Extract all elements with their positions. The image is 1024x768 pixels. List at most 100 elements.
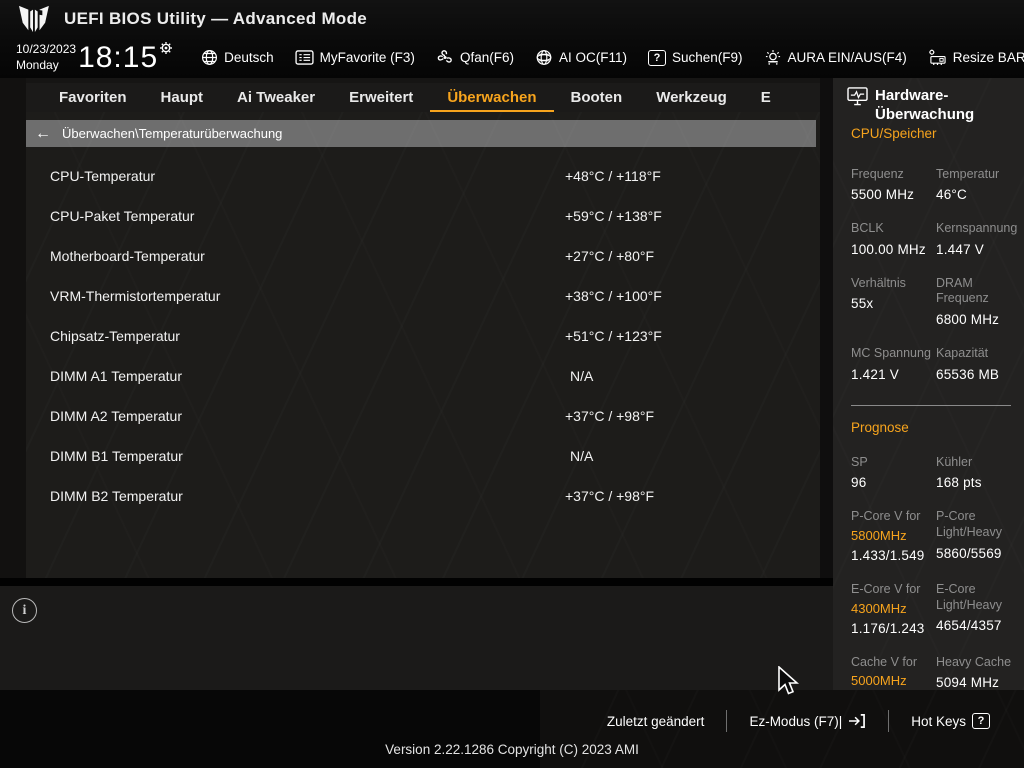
main-menu-tabs: Favoriten Haupt Ai Tweaker Erweitert Übe… [26,83,833,112]
row-value: +48°C / +118°F [565,168,661,184]
stat-pcore-lh: P-Core Light/Heavy 5860/5569 [936,509,1003,561]
back-arrow-icon[interactable]: ← [35,125,51,142]
row-value: +51°C / +123°F [565,328,662,344]
tab-booten[interactable]: Booten [554,83,640,112]
table-row[interactable]: Chipsatz-Temperatur +51°C / +123°F [26,316,820,356]
tab-haupt[interactable]: Haupt [144,83,221,112]
sidebar-header: Hardware-Überwachung [847,87,1018,125]
info-panel: i [0,586,833,690]
stat-bclk: BCLK 100.00 MHz [851,221,926,257]
version-text: Version 2.22.1286 Copyright (C) 2023 AMI [385,742,639,757]
ez-mode-button[interactable]: Ez-Modus (F7)| [727,713,888,729]
tab-werkzeug[interactable]: Werkzeug [639,83,744,112]
info-icon: i [12,598,37,623]
globe-icon [201,49,218,66]
footer-bar: Zuletzt geändert Ez-Modus (F7)| Hot Keys… [0,690,1024,768]
tab-beenden-truncated[interactable]: E [744,83,788,112]
row-value: +59°C / +138°F [565,208,662,224]
table-row[interactable]: CPU-Temperatur +48°C / +118°F [26,156,820,196]
tab-erweitert[interactable]: Erweitert [332,83,430,112]
tab-favoriten[interactable]: Favoriten [42,83,144,112]
monitor-list: CPU-Temperatur +48°C / +118°F CPU-Paket … [26,156,820,516]
mouse-cursor [777,666,799,696]
stat-kuehler: Kühler 168 pts [936,454,982,491]
row-label: DIMM A1 Temperatur [50,368,183,384]
clock-settings-gear-icon[interactable] [159,41,173,55]
resize-bar-icon [928,49,947,66]
stat-sp: SP 96 [851,454,868,491]
search-button[interactable]: ? Suchen(F9) [647,49,743,66]
table-row[interactable]: DIMM A2 Temperatur +37°C / +98°F [26,396,820,436]
resize-bar-button[interactable]: Resize BAR [928,49,1024,66]
row-value: +38°C / +100°F [565,288,662,304]
date-value: 10/23/2023 [16,41,77,56]
language-button[interactable]: Deutsch [201,49,274,66]
last-modified-button[interactable]: Zuletzt geändert [585,714,727,729]
row-value: +27°C / +80°F [565,248,655,264]
table-row[interactable]: CPU-Paket Temperatur +59°C / +138°F [26,196,820,236]
tab-ueberwachen[interactable]: Überwachen [430,83,553,112]
search-label: Suchen(F9) [671,50,743,65]
row-value: N/A [570,368,594,384]
resize-bar-label: Resize BAR [952,50,1024,65]
table-row[interactable]: DIMM A1 Temperatur N/A [26,356,820,396]
qfan-icon [436,49,454,66]
table-row[interactable]: DIMM B2 Temperatur +37°C / +98°F [26,476,820,516]
footer-actions: Zuletzt geändert Ez-Modus (F7)| Hot Keys… [585,710,1012,732]
stat-ecore-lh: E-Core Light/Heavy 4654/4357 [936,581,1003,634]
content-area: ← Überwachen\Temperaturüberwachung CPU-T… [26,112,820,578]
bios-screen: UEFI BIOS Utility — Advanced Mode 10/23/… [0,0,1024,768]
prognose-grid: SP 96 Kühler 168 pts P-Core V for 5800MH… [851,455,1024,728]
search-icon: ? [647,49,666,66]
sidebar-title: Hardware-Überwachung [875,87,975,123]
table-row[interactable]: DIMM B1 Temperatur N/A [26,436,820,476]
table-row[interactable]: VRM-Thermistortemperatur +38°C / +100°F [26,276,820,316]
row-label: DIMM B2 Temperatur [50,488,183,504]
ai-oc-button[interactable]: AI OC(F11) [535,49,627,66]
hardware-monitor-sidebar: Hardware-Überwachung CPU/Speicher Freque… [833,78,1024,708]
ai-oc-label: AI OC(F11) [558,50,627,65]
hot-keys-button[interactable]: Hot Keys ? [889,713,1012,729]
row-value: +37°C / +98°F [565,408,655,424]
qfan-button[interactable]: Qfan(F6) [436,49,514,66]
stat-pcore-v: P-Core V for 5800MHz 1.433/1.549 [851,509,925,563]
stat-temperatur: Temperatur 46°C [936,166,1000,203]
myfavorite-button[interactable]: MyFavorite (F3) [295,50,415,65]
table-row[interactable]: Motherboard-Temperatur +27°C / +80°F [26,236,820,276]
cpu-stats-grid: Frequenz 5500 MHz Temperatur 46°C BCLK 1… [851,167,1024,401]
date-display[interactable]: 10/23/2023 Monday [16,42,76,73]
stat-verhaeltnis: Verhältnis 55x [851,275,906,312]
top-bar: UEFI BIOS Utility — Advanced Mode 10/23/… [0,0,1024,78]
brand-row: UEFI BIOS Utility — Advanced Mode [0,0,1024,37]
row-label: Motherboard-Temperatur [50,248,205,264]
row-label: Chipsatz-Temperatur [50,328,180,344]
breadcrumb-path: Überwachen\Temperaturüberwachung [62,126,283,141]
breadcrumb: ← Überwachen\Temperaturüberwachung [26,120,816,147]
stat-kapazitaet: Kapazität 65536 MB [936,346,1000,382]
stat-mc-spannung: MC Spannung 1.421 V [851,346,931,382]
row-label: VRM-Thermistortemperatur [50,288,221,304]
myfavorite-label: MyFavorite (F3) [319,50,415,65]
row-label: CPU-Temperatur [50,168,156,184]
row-label: DIMM B1 Temperatur [50,448,183,464]
stat-ecore-v: E-Core V for 4300MHz 1.176/1.243 [851,581,925,636]
tuf-logo-icon [12,4,54,34]
ai-oc-icon [535,49,553,66]
quick-bar: 10/23/2023 Monday 18:15 Deutsch MyFavori… [0,37,1024,78]
time-display[interactable]: 18:15 [78,41,173,73]
aura-label: AURA EIN/AUS(F4) [787,50,907,65]
aura-button[interactable]: AURA EIN/AUS(F4) [764,49,907,66]
weekday-value: Monday [16,57,59,72]
aura-icon [764,49,782,66]
question-mark-icon: ? [972,713,990,729]
row-value: N/A [570,448,594,464]
row-value: +37°C / +98°F [565,488,655,504]
section-cpu-speicher: CPU/Speicher [851,125,937,141]
stat-heavy-cache: Heavy Cache 5094 MHz [936,654,1012,691]
sidebar-divider [851,404,1011,406]
stat-kernspannung: Kernspannung 1.447 V [936,221,1018,257]
tab-ai-tweaker[interactable]: Ai Tweaker [220,83,332,112]
app-title: UEFI BIOS Utility — Advanced Mode [64,8,368,28]
stat-frequenz: Frequenz 5500 MHz [851,166,915,203]
monitor-graph-icon [847,87,868,125]
